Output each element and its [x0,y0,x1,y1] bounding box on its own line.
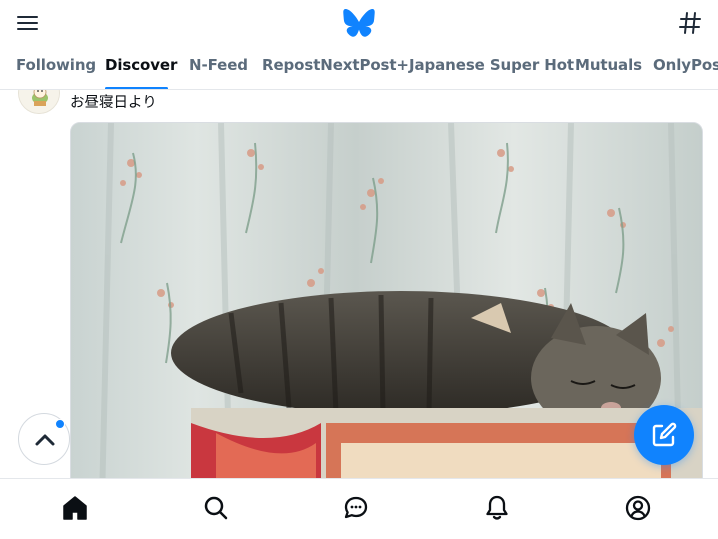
search-icon[interactable] [201,493,231,523]
hamburger-menu-icon[interactable] [16,12,40,34]
post-text: お昼寝日より [70,95,157,111]
bottom-nav [0,478,718,539]
active-tab-indicator [105,87,168,89]
feed-tabs: Following Discover N-Feed RepostNextPost… [0,46,718,90]
tab-discover[interactable]: Discover [105,56,177,74]
tab-japanese-super-hot[interactable]: Japanese Super Hot [409,56,574,74]
post-image[interactable] [70,122,703,539]
chat-icon[interactable] [341,493,371,523]
top-header [0,0,718,46]
tab-mutuals[interactable]: Mutuals [575,56,642,74]
hashtag-icon[interactable] [678,10,702,36]
tab-n-feed[interactable]: N-Feed [189,56,248,74]
tab-following[interactable]: Following [16,56,96,74]
profile-icon[interactable] [623,493,653,523]
home-icon[interactable] [60,493,90,523]
compose-pencil-icon [652,422,677,447]
butterfly-logo-icon[interactable] [343,9,375,37]
new-posts-indicator [55,419,65,429]
sleeping-cat-photo [71,123,702,539]
scroll-to-top-button[interactable] [18,413,70,465]
compose-button[interactable] [634,405,694,465]
tab-onlyposts[interactable]: OnlyPosts [653,56,718,74]
tab-repostnextpost[interactable]: RepostNextPost+ [262,56,409,74]
bell-icon[interactable] [482,493,512,523]
